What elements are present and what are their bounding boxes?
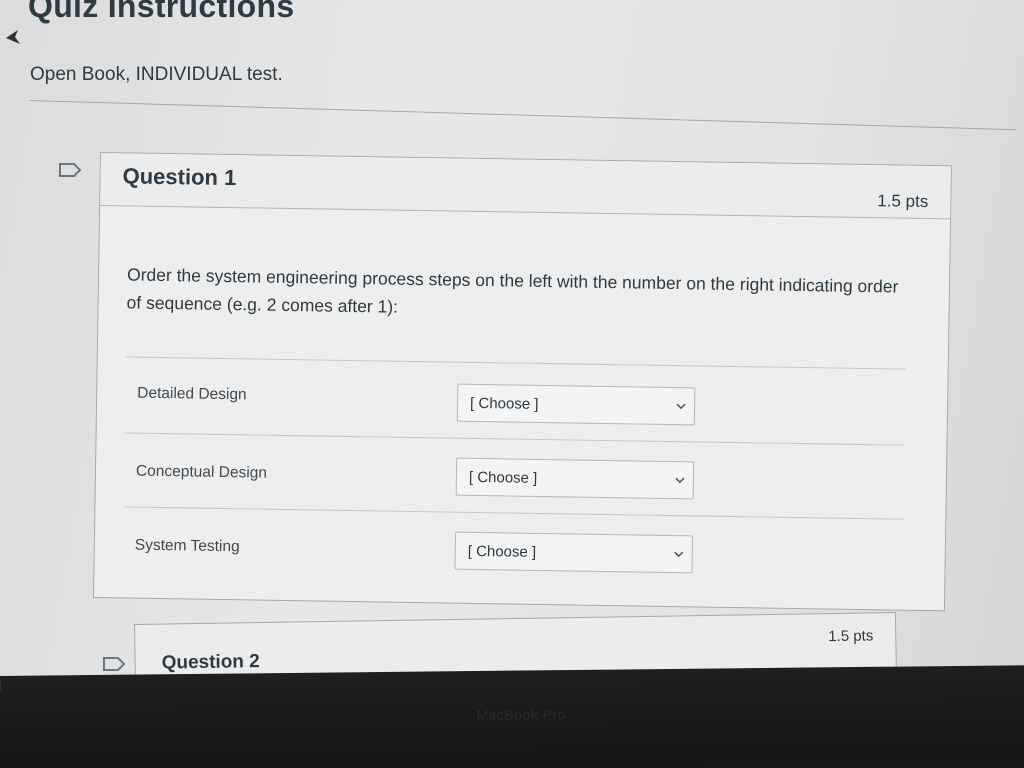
quiz-instructions: Open Book, INDIVIDUAL test. (30, 64, 283, 85)
divider (29, 100, 1016, 131)
question-points: 1.5 pts (877, 191, 929, 212)
question-points: 1.5 pts (828, 627, 874, 646)
question-header: Question 1 1.5 pts (100, 153, 951, 220)
divider (124, 432, 905, 446)
match-label-system-testing: System Testing (134, 536, 240, 556)
question-title: Question 1 (122, 163, 237, 191)
select-value: [ Choose ] (467, 542, 537, 561)
select-value: [ Choose ] (468, 468, 538, 487)
divider (123, 506, 904, 520)
flag-icon[interactable] (102, 656, 126, 672)
match-label-conceptual-design: Conceptual Design (135, 462, 268, 482)
chevron-down-icon (675, 477, 685, 484)
question-1: Question 1 1.5 pts Order the system engi… (92, 152, 952, 612)
match-select-detailed-design[interactable]: [ Choose ] (456, 383, 696, 426)
bezel-label: MacBook Pro (476, 706, 567, 724)
match-select-conceptual-design[interactable]: [ Choose ] (455, 457, 695, 500)
question-prompt: Order the system engineering process ste… (126, 264, 899, 317)
chevron-down-icon (676, 403, 686, 410)
flag-icon[interactable] (58, 162, 82, 178)
select-value: [ Choose ] (469, 394, 539, 413)
match-label-detailed-design: Detailed Design (137, 384, 247, 404)
divider (125, 356, 906, 370)
match-select-system-testing[interactable]: [ Choose ] (454, 531, 694, 574)
cursor-arrow-icon (6, 30, 20, 44)
laptop-bezel-edge: MacBook Pro (0, 665, 1024, 768)
chevron-down-icon (674, 551, 684, 558)
question-title: Question 2 (161, 651, 260, 674)
page-title: Quiz Instructions (28, 0, 295, 24)
